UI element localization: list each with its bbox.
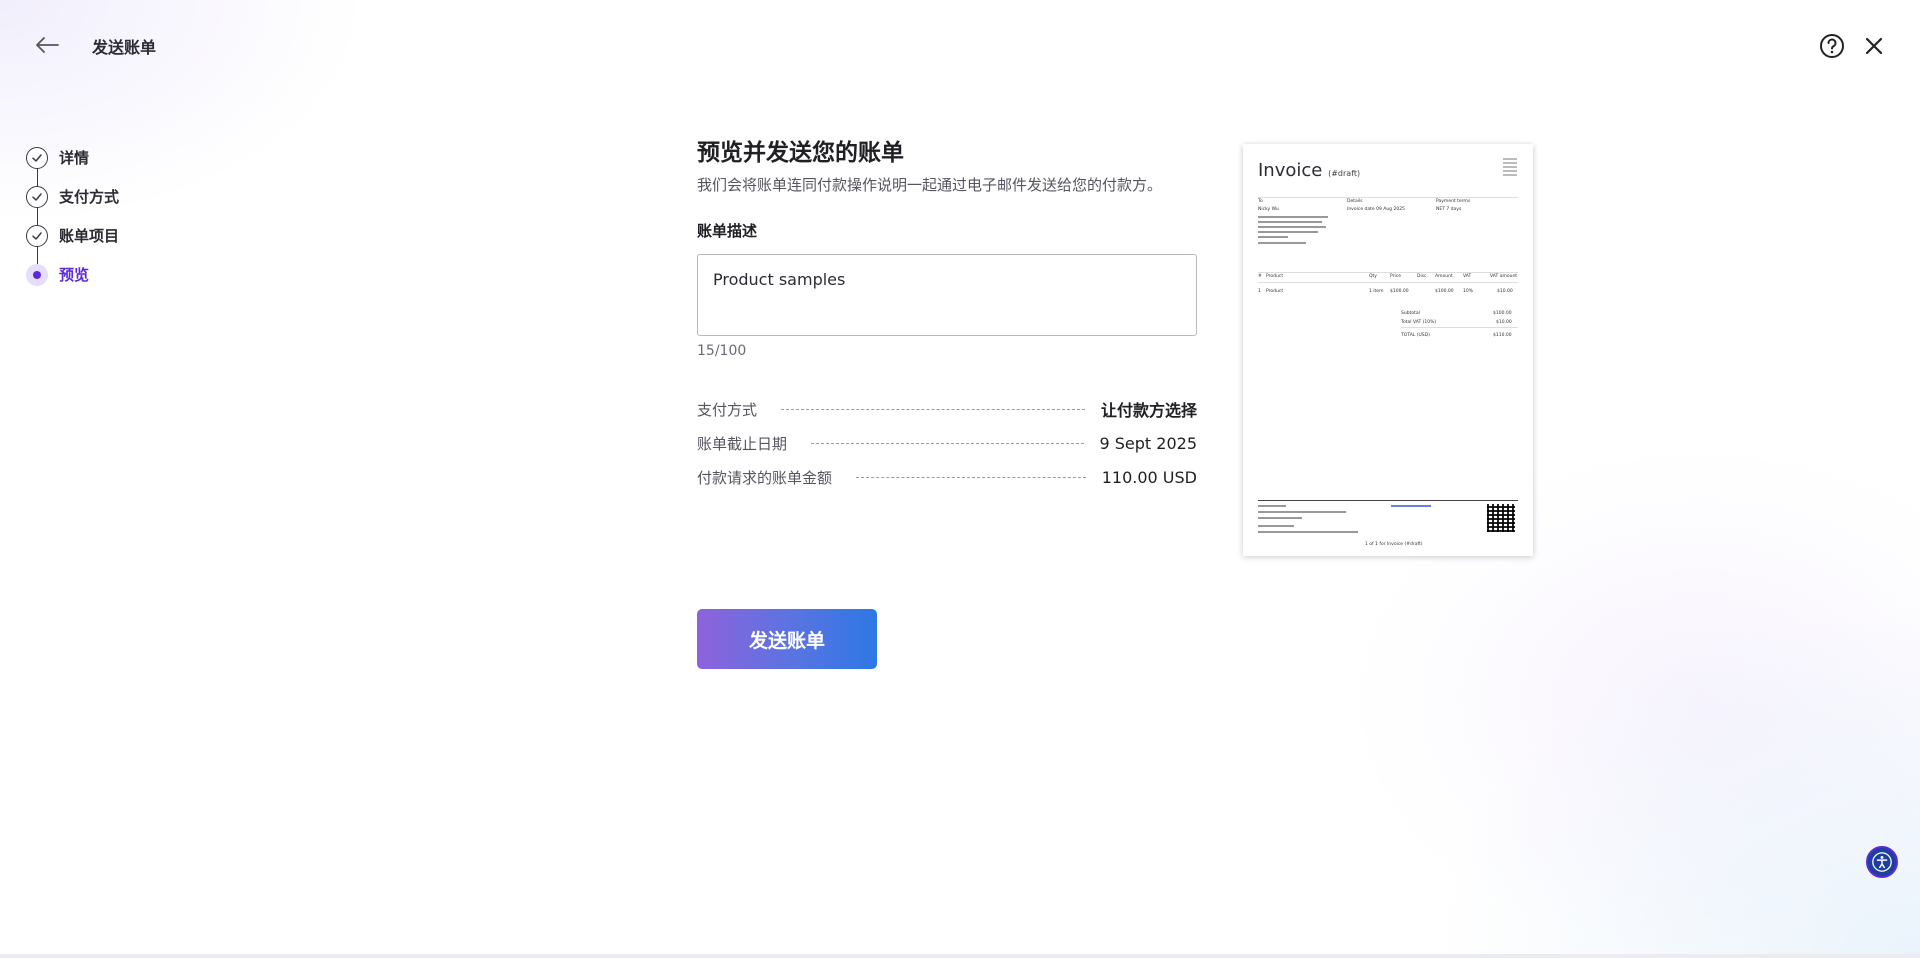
invoice-footer-divider	[1258, 500, 1518, 501]
accessibility-button[interactable]	[1866, 846, 1898, 878]
invoice-divider	[1258, 272, 1518, 273]
invoice-items-header-price: Price	[1390, 274, 1401, 279]
dashed-leader	[781, 408, 1085, 410]
invoice-col-details: Details	[1347, 199, 1363, 204]
back-button[interactable]	[32, 30, 62, 60]
arrow-left-icon	[36, 37, 59, 53]
accessibility-icon	[1872, 852, 1892, 872]
invoice-item-qty: 1 item	[1369, 289, 1384, 294]
invoice-to-name: Nicky Wu	[1258, 207, 1279, 212]
send-invoice-button[interactable]: 发送账单	[697, 609, 877, 669]
app-frame: 发送账单 详情 支付方式 账单项目 预览 预览并发送您的账单 我们会将账单连同付…	[0, 0, 1920, 958]
invoice-footer-line	[1258, 531, 1358, 533]
step-details[interactable]: 详情	[26, 138, 119, 177]
step-payment-method[interactable]: 支付方式	[26, 177, 119, 216]
invoice-title-note: (#draft)	[1328, 169, 1361, 178]
invoice-title: Invoice (#draft)	[1258, 160, 1360, 181]
invoice-items-header-amount: Amount	[1435, 274, 1453, 279]
invoice-items-header-vat-amount: VAT amount	[1490, 274, 1518, 279]
check-icon	[32, 192, 42, 201]
invoice-footer-line	[1258, 511, 1346, 513]
help-button[interactable]	[1818, 32, 1846, 60]
invoice-payment-value: NET 7 days	[1436, 207, 1462, 212]
invoice-footer-line	[1258, 517, 1302, 519]
step-invoice-items[interactable]: 账单项目	[26, 216, 119, 255]
invoice-total-label: TOTAL (USD)	[1401, 333, 1430, 338]
invoice-title-text: Invoice	[1258, 160, 1323, 181]
close-icon	[1865, 37, 1883, 55]
step-done-mark	[26, 146, 48, 169]
summary-label: 账单截止日期	[697, 434, 788, 453]
page-subtitle: 我们会将账单连同付款操作说明一起通过电子邮件发送给您的付款方。	[697, 176, 1163, 194]
invoice-item-vat-amount: $10.00	[1497, 289, 1513, 294]
invoice-address-line	[1258, 242, 1306, 244]
close-button[interactable]	[1860, 32, 1888, 60]
invoice-preview[interactable]: Invoice (#draft) To Details Payment term…	[1243, 144, 1533, 556]
invoice-items-header-qty: Qty	[1369, 274, 1377, 279]
step-preview[interactable]: 预览	[26, 255, 119, 294]
step-label: 支付方式	[59, 188, 120, 206]
step-label: 账单项目	[59, 227, 120, 245]
invoice-divider	[1258, 197, 1518, 198]
invoice-address-line	[1258, 231, 1318, 233]
dashed-leader	[856, 476, 1086, 478]
invoice-footer-page: 1 of 1 for Invoice (#draft)	[1365, 542, 1423, 547]
invoice-item-vat: 10%	[1463, 289, 1474, 294]
summary-row-due-date: 账单截止日期 9 Sept 2025	[697, 426, 1197, 460]
invoice-items-header-vat: VAT	[1463, 274, 1472, 279]
description-input[interactable]: Product samples	[697, 254, 1197, 336]
char-counter: 15/100	[697, 343, 747, 359]
page-title: 预览并发送您的账单	[697, 140, 904, 166]
step-label: 预览	[59, 266, 90, 284]
summary-value: 让付款方选择	[1100, 401, 1197, 420]
invoice-qr-code	[1487, 504, 1515, 532]
invoice-item-no: 1	[1258, 289, 1261, 294]
active-dot-icon	[33, 270, 41, 279]
step-active-mark	[26, 263, 48, 286]
summary-row-amount: 付款请求的账单金额 110.00 USD	[697, 460, 1197, 494]
invoice-vat-label: Total VAT (10%)	[1401, 320, 1437, 325]
invoice-logo-icon	[1503, 158, 1517, 178]
invoice-divider	[1401, 327, 1518, 328]
invoice-footer-line	[1258, 505, 1286, 507]
summary-value: 9 Sept 2025	[1099, 433, 1198, 453]
step-label: 详情	[59, 149, 90, 167]
invoice-divider	[1258, 282, 1518, 283]
invoice-footer-line	[1258, 525, 1294, 527]
invoice-address-line	[1258, 216, 1328, 218]
summary-label: 支付方式	[697, 400, 758, 419]
description-label: 账单描述	[697, 222, 758, 240]
check-icon	[32, 231, 42, 240]
invoice-address-line	[1258, 236, 1288, 238]
invoice-item-product: Product	[1266, 289, 1284, 294]
invoice-subtotal-value: $100.00	[1493, 311, 1512, 316]
invoice-address-line	[1258, 221, 1322, 223]
invoice-item-price: $100.00	[1390, 289, 1409, 294]
invoice-item-amount: $100.00	[1435, 289, 1454, 294]
step-done-mark	[26, 224, 48, 247]
summary-value: 110.00 USD	[1101, 467, 1197, 487]
invoice-col-to: To	[1258, 199, 1263, 204]
invoice-items-header-product: Product	[1266, 274, 1284, 279]
invoice-footer-link	[1391, 505, 1431, 507]
check-icon	[32, 153, 42, 162]
invoice-address-line	[1258, 226, 1326, 228]
summary-list: 支付方式 让付款方选择 账单截止日期 9 Sept 2025 付款请求的账单金额…	[697, 392, 1197, 494]
dashed-leader	[811, 442, 1084, 444]
invoice-total-value: $110.00	[1493, 333, 1512, 338]
header-title: 发送账单	[92, 38, 157, 57]
progress-stepper: 详情 支付方式 账单项目 预览	[26, 138, 119, 294]
invoice-col-payment: Payment terms	[1436, 199, 1471, 204]
invoice-items-header-disc: Disc.	[1417, 274, 1428, 279]
step-done-mark	[26, 185, 48, 208]
summary-label: 付款请求的账单金额	[697, 468, 833, 487]
main-panel: 预览并发送您的账单 我们会将账单连同付款操作说明一起通过电子邮件发送给您的付款方…	[697, 137, 1197, 494]
summary-row-payment-method: 支付方式 让付款方选择	[697, 392, 1197, 426]
question-circle-icon	[1820, 34, 1844, 58]
invoice-subtotal-label: Subtotal	[1401, 311, 1420, 316]
invoice-items-header-no: #	[1258, 274, 1262, 279]
invoice-details-value: Invoice date 09 Aug 2025	[1347, 207, 1405, 212]
invoice-vat-value: $10.00	[1496, 320, 1512, 325]
